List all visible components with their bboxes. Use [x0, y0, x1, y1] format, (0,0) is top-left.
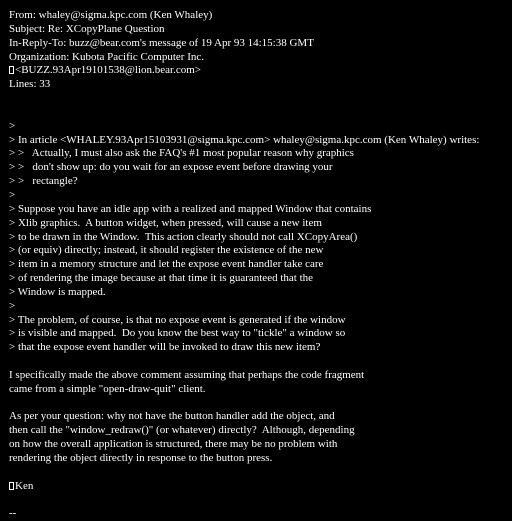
header-from: From: whaley@sigma.kpc.com (Ken Whaley) [9, 9, 213, 21]
header-references: <BUZZ.93Apr19101538@lion.bear.com> [9, 64, 509, 78]
body-line: on how the overall application is struct… [9, 438, 338, 451]
header-in-reply-to: In-Reply-To: buzz@bear.com's message of … [9, 36, 314, 49]
quoted-line: > In article <WHALEY.93Apr15103931@sigma… [9, 133, 480, 146]
body-line: then call the "window_redraw()" (or what… [9, 424, 355, 437]
quoted-line: > > rectangle? [9, 175, 78, 188]
quoted-line: > (or equiv) directly; instead, it shoul… [9, 244, 324, 257]
header-references-text: <BUZZ.93Apr19101538@lion.bear.com> [15, 64, 201, 77]
quoted-line: > > don't show up: do you wait for an ex… [9, 161, 333, 174]
quoted-line: > [9, 299, 16, 312]
body-line: As per your question: why not have the b… [9, 410, 335, 423]
header-lines: Lines: 33 [9, 78, 51, 91]
quoted-line: > Xlib graphics. A button widget, when p… [9, 216, 322, 229]
body-line: I specifically made the above comment as… [9, 368, 365, 381]
quoted-line: > item in a memory structure and let the… [9, 258, 324, 271]
signoff-text: Ken [15, 479, 34, 492]
quoted-line: > is visible and mapped. Do you know the… [9, 327, 346, 340]
quoted-line: > Suppose you have an idle app with a re… [9, 202, 372, 215]
body-line: rendering the object directly in respons… [9, 452, 273, 464]
quoted-line: > [9, 119, 16, 132]
header-subject: Subject: Re: XCopyPlane Question [9, 22, 165, 35]
unknown-char-icon [9, 481, 14, 490]
signature-separator: -- [9, 507, 17, 520]
body-line: came from a simple "open-draw-quit" clie… [9, 382, 206, 395]
unknown-char-icon [9, 66, 14, 75]
quoted-line: > [9, 188, 16, 201]
message-view: From: whaley@sigma.kpc.com (Ken Whaley) … [9, 9, 509, 521]
quoted-line: > to be drawn in the Window. This action… [9, 230, 358, 243]
quoted-line: > that the expose event handler will be … [9, 341, 321, 354]
quoted-line: > > Actually, I must also ask the FAQ's … [9, 147, 354, 160]
quoted-line: > Window is mapped. [9, 285, 106, 298]
quoted-line: > The problem, of course, is that no exp… [9, 313, 346, 326]
signoff-line: Ken [9, 480, 509, 494]
quoted-line: > of rendering the image because at that… [9, 272, 314, 285]
header-organization: Organization: Kubota Pacific Computer In… [9, 50, 204, 63]
